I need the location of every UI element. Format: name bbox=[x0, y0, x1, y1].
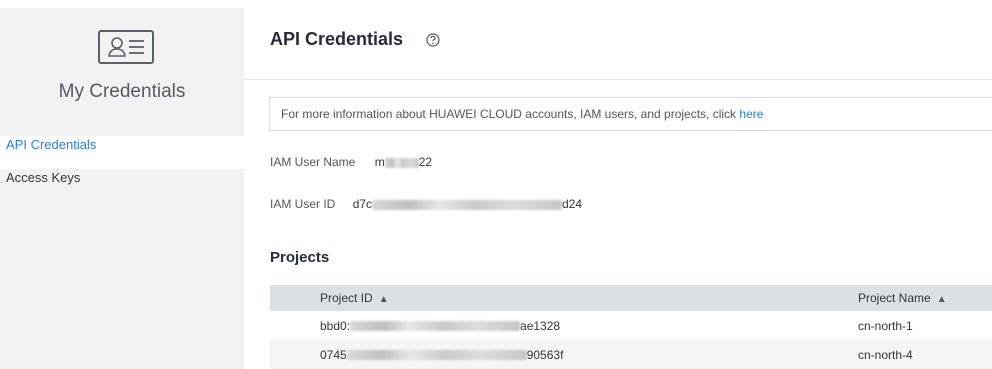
table-header: Project ID ▲︎ Project Name ▲︎ bbox=[270, 285, 992, 311]
iam-user-id-suffix: d24 bbox=[562, 197, 583, 211]
header-project-name[interactable]: Project Name ▲︎ bbox=[858, 291, 992, 305]
iam-user-name-label: IAM User Name bbox=[270, 155, 356, 169]
iam-user-name-prefix: m bbox=[374, 155, 385, 169]
projects-title: Projects bbox=[270, 249, 330, 266]
sidebar-item-access-keys[interactable]: Access Keys bbox=[0, 169, 244, 202]
sidebar-item-api-credentials[interactable]: API Credentials bbox=[0, 136, 244, 169]
info-text: For more information about HUAWEI CLOUD … bbox=[281, 107, 740, 121]
page-title: API Credentials bbox=[270, 29, 404, 49]
redaction-blur bbox=[384, 157, 419, 168]
sidebar-item-label: Access Keys bbox=[6, 170, 81, 185]
project-name-cell: cn-north-1 bbox=[858, 318, 913, 333]
header-project-id[interactable]: Project ID ▲︎ bbox=[320, 291, 858, 305]
project-id-suffix: ae1328 bbox=[520, 318, 561, 333]
table-row: bbd0: ae1328 cn-north-1 bbox=[270, 311, 992, 340]
sidebar-title: My Credentials bbox=[58, 81, 186, 102]
iam-user-id-row: IAM User ID d7c d24 bbox=[270, 197, 582, 211]
project-id-cell: bbd0: ae1328 bbox=[320, 319, 858, 333]
header-project-name-label: Project Name bbox=[858, 291, 931, 305]
sidebar: My Credentials API Credentials Access Ke… bbox=[0, 8, 244, 369]
header-project-id-label: Project ID bbox=[320, 291, 373, 305]
redaction-blur bbox=[372, 199, 563, 210]
iam-user-id-label: IAM User ID bbox=[270, 197, 336, 211]
iam-user-name-suffix: 22 bbox=[418, 155, 433, 169]
sort-icon[interactable]: ▲︎ bbox=[937, 294, 947, 305]
table-row: 0745 90563f cn-north-4 bbox=[270, 340, 992, 369]
project-id-prefix: bbd0: bbox=[320, 318, 351, 333]
iam-user-name-row: IAM User Name m 22 bbox=[270, 155, 432, 169]
project-id-cell: 0745 90563f bbox=[320, 348, 858, 362]
info-link[interactable]: here bbox=[739, 107, 763, 121]
page: My Credentials API Credentials Access Ke… bbox=[0, 0, 992, 369]
sidebar-item-label: API Credentials bbox=[6, 137, 97, 152]
header-divider bbox=[244, 79, 992, 80]
iam-user-name-value: m 22 bbox=[375, 155, 432, 169]
sidebar-nav: API Credentials Access Keys bbox=[0, 136, 244, 202]
iam-user-id-prefix: d7c bbox=[352, 197, 373, 211]
sidebar-header: My Credentials bbox=[0, 8, 244, 128]
main-content: API Credentials For more information abo… bbox=[244, 0, 992, 369]
iam-user-id-value: d7c d24 bbox=[353, 197, 582, 211]
id-card-icon bbox=[98, 30, 154, 64]
projects-table: Project ID ▲︎ Project Name ▲︎ bbd0: ae1328 … bbox=[270, 285, 992, 369]
sort-icon[interactable]: ▲︎ bbox=[379, 294, 389, 305]
redaction-blur bbox=[346, 350, 527, 361]
project-id-prefix: 0745 bbox=[320, 347, 347, 362]
help-icon[interactable] bbox=[426, 33, 440, 47]
project-id-suffix: 90563f bbox=[526, 347, 564, 362]
redaction-blur bbox=[350, 321, 521, 332]
project-name-cell: cn-north-4 bbox=[858, 347, 913, 362]
info-banner: For more information about HUAWEI CLOUD … bbox=[269, 97, 992, 131]
